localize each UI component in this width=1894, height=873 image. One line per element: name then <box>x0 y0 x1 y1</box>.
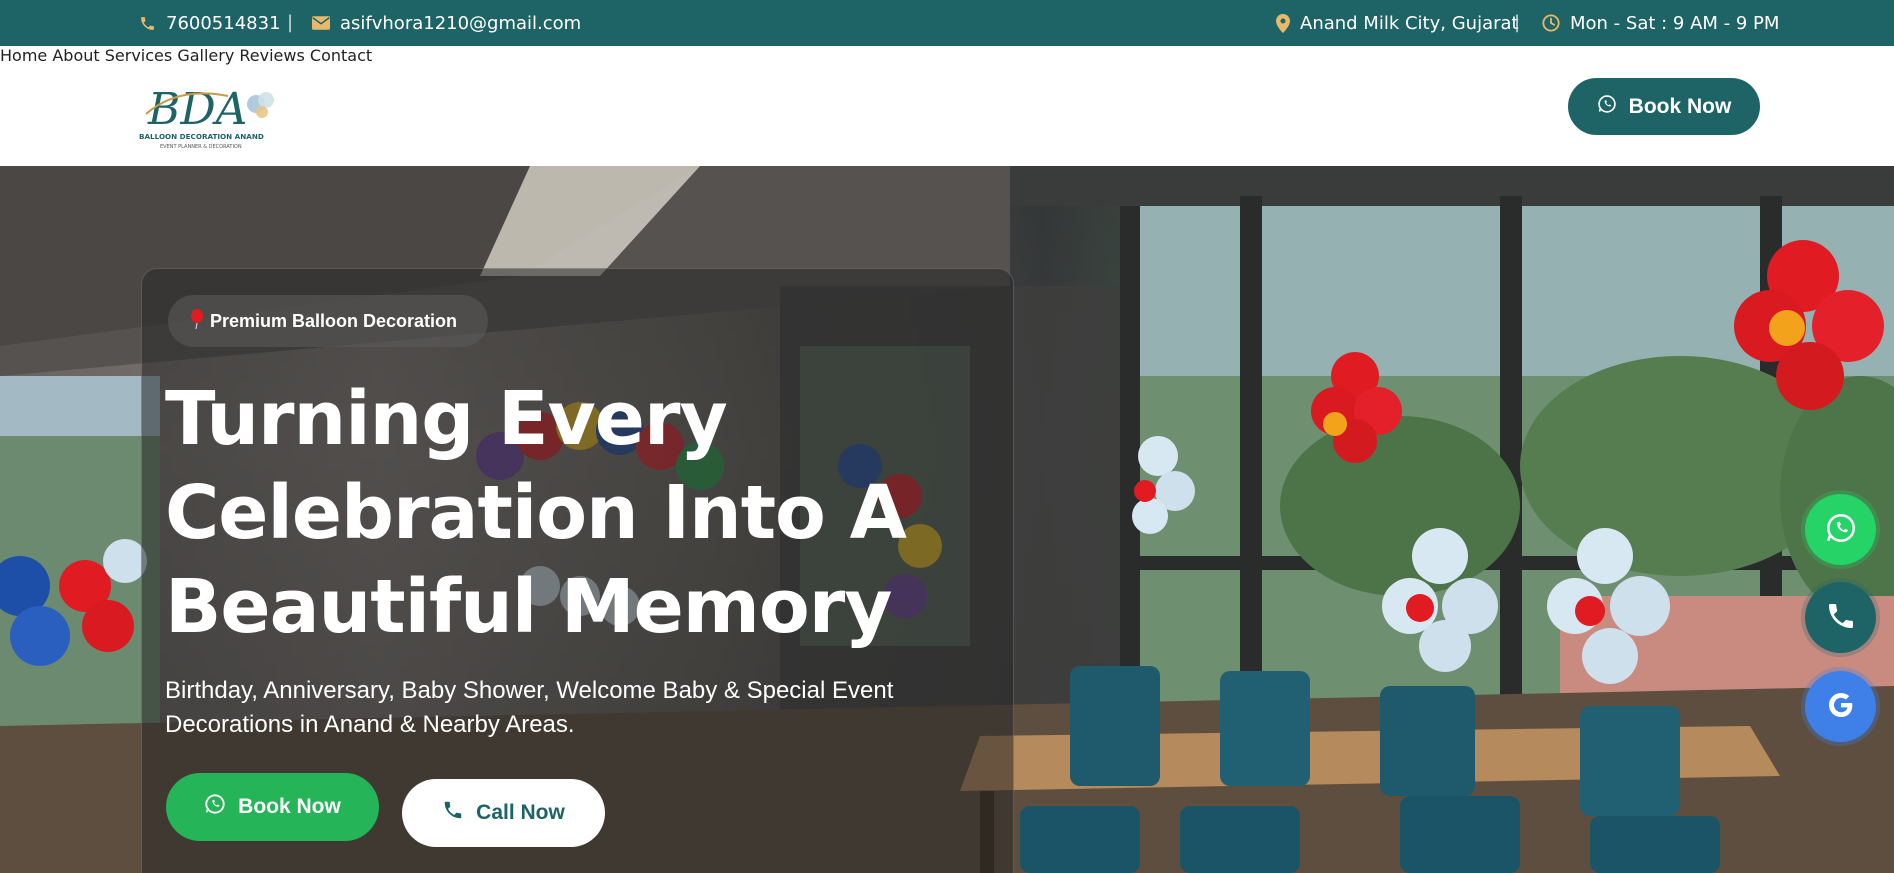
balloon-icon <box>190 308 204 334</box>
svg-text:BDA: BDA <box>147 84 247 135</box>
svg-text:EVENT PLANNER & DECORATION: EVENT PLANNER & DECORATION <box>160 144 242 150</box>
header-book-now-label: Book Now <box>1628 94 1732 118</box>
hero-call-now-label: Call Now <box>476 801 565 824</box>
topbar-hours-text: Mon - Sat : 9 AM - 9 PM <box>1570 12 1780 34</box>
phone-icon <box>139 15 156 32</box>
topbar-phone[interactable]: 7600514831 <box>139 0 281 46</box>
header-book-now-button[interactable]: Book Now <box>1568 78 1760 135</box>
hero-book-now-button[interactable]: Book Now <box>166 773 379 841</box>
topbar-email-text: asifvhora1210@gmail.com <box>340 12 582 34</box>
nav-reviews[interactable]: Reviews <box>239 46 304 65</box>
hero-headline: Turning Every Celebration Into A Beautif… <box>165 372 985 654</box>
phone-icon <box>1825 600 1857 636</box>
hero-badge-text: Premium Balloon Decoration <box>210 310 458 331</box>
nav-gallery[interactable]: Gallery <box>177 46 234 65</box>
map-pin-icon <box>1276 13 1290 33</box>
nav-home[interactable]: Home <box>0 46 47 65</box>
site-header: BDA BALLOON DECORATION ANAND EVENT PLANN… <box>0 46 1894 166</box>
whatsapp-icon <box>1597 94 1617 120</box>
topbar-hours: Mon - Sat : 9 AM - 9 PM <box>1542 0 1779 46</box>
top-info-bar: 7600514831 | asifvhora1210@gmail.com Ana… <box>0 0 1894 46</box>
topbar-location-text: Anand Milk City, Gujarat <box>1300 12 1519 34</box>
google-icon <box>1824 688 1858 726</box>
hero-call-now-button[interactable]: Call Now <box>402 779 605 847</box>
hero-book-now-label: Book Now <box>238 795 341 818</box>
whatsapp-icon <box>204 793 226 821</box>
hero-subtitle: Birthday, Anniversary, Baby Shower, Welc… <box>165 677 894 738</box>
clock-icon <box>1542 14 1560 32</box>
floating-call-button[interactable] <box>1805 582 1876 653</box>
topbar-phone-text: 7600514831 <box>166 12 281 34</box>
floating-google-button[interactable] <box>1805 671 1876 742</box>
topbar-location: Anand Milk City, Gujarat <box>1276 0 1519 46</box>
brand-logo[interactable]: BDA BALLOON DECORATION ANAND EVENT PLANN… <box>138 66 280 150</box>
svg-text:BALLOON DECORATION ANAND: BALLOON DECORATION ANAND <box>139 132 264 141</box>
whatsapp-icon <box>1824 511 1858 549</box>
nav-about[interactable]: About <box>52 46 99 65</box>
divider: | <box>287 12 294 33</box>
envelope-icon <box>312 16 330 30</box>
hero-section: Premium Balloon Decoration Turning Every… <box>0 166 1894 873</box>
nav-contact[interactable]: Contact <box>310 46 372 65</box>
hero-headline-line: Beautiful Memory <box>165 564 892 650</box>
floating-whatsapp-button[interactable] <box>1805 494 1876 565</box>
topbar-email[interactable]: asifvhora1210@gmail.com <box>312 0 581 46</box>
phone-icon <box>442 799 464 827</box>
divider: | <box>1514 12 1521 33</box>
hero-badge: Premium Balloon Decoration <box>168 295 488 347</box>
hero-headline-line: Celebration Into A <box>165 470 907 556</box>
hero-headline-line: Turning Every <box>165 376 728 462</box>
nav-services[interactable]: Services <box>105 46 172 65</box>
